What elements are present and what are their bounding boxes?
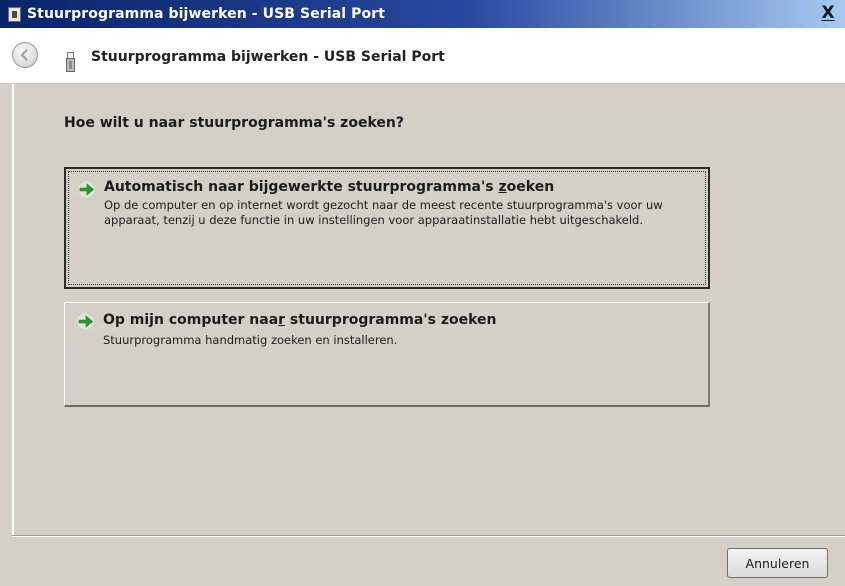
browse-computer-title: Op mijn computer naar stuurprogramma's z…	[103, 312, 497, 328]
search-question: Hoe wilt u naar stuurprogramma's zoeken?	[64, 115, 404, 131]
button-bar	[0, 537, 845, 586]
auto-search-option[interactable]: Automatisch naar bijgewerkte stuurprogra…	[64, 167, 710, 289]
browse-computer-description: Stuurprogramma handmatig zoeken en insta…	[103, 333, 398, 347]
wizard-header: Stuurprogramma bijwerken - USB Serial Po…	[0, 28, 845, 83]
window-title: Stuurprogramma bijwerken - USB Serial Po…	[27, 6, 386, 22]
browse-computer-option[interactable]: Op mijn computer naar stuurprogramma's z…	[64, 302, 710, 407]
back-button[interactable]	[12, 42, 38, 68]
auto-search-description: Op de computer en op internet wordt gezo…	[104, 198, 663, 227]
green-arrow-icon	[77, 313, 94, 330]
auto-search-title: Automatisch naar bijgewerkte stuurprogra…	[104, 179, 555, 195]
green-arrow-icon	[78, 181, 95, 198]
back-arrow-icon	[20, 49, 28, 61]
close-button[interactable]: X	[817, 3, 839, 23]
title-bar[interactable]: Stuurprogramma bijwerken - USB Serial Po…	[0, 0, 845, 28]
wizard-heading: Stuurprogramma bijwerken - USB Serial Po…	[91, 49, 445, 65]
driver-update-dialog: Stuurprogramma bijwerken - USB Serial Po…	[0, 0, 845, 586]
cancel-button[interactable]: Annuleren	[727, 548, 828, 578]
usb-device-icon	[66, 52, 75, 72]
app-icon	[8, 6, 21, 22]
